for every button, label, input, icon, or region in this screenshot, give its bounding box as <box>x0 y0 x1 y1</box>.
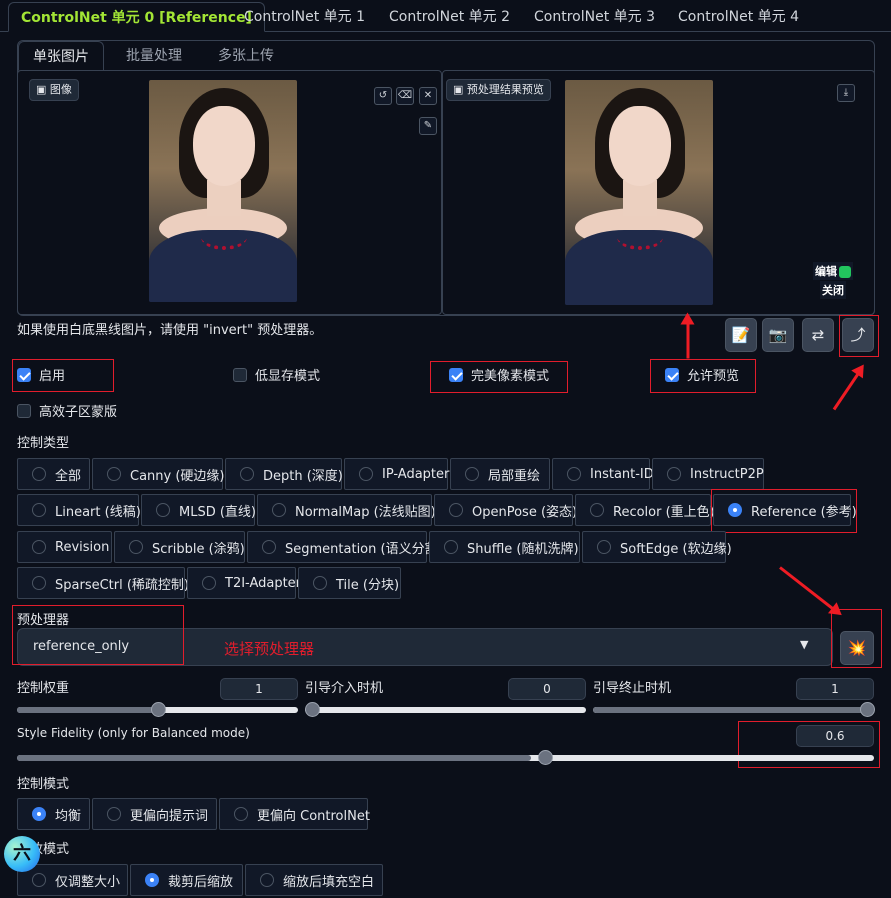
image-label: ▣ 图像 <box>29 79 79 101</box>
low-vram-checkbox[interactable]: 低显存模式 <box>233 365 320 384</box>
control-type-all[interactable]: 全部 <box>17 458 90 490</box>
eraser-icon[interactable]: ⌫ <box>396 87 414 105</box>
start-label: 引导介入时机 <box>305 681 384 696</box>
input-portrait-image <box>149 80 297 302</box>
annotation-arrow-run <box>779 566 835 611</box>
control-mode-title: 控制模式 <box>17 777 70 792</box>
annotation-arrow-preview <box>686 322 690 359</box>
tab-unit-0[interactable]: ControlNet 单元 0 [Reference] <box>8 2 265 32</box>
close-button[interactable]: 关闭 <box>820 281 846 299</box>
start-slider[interactable] <box>305 702 586 717</box>
invert-hint: 如果使用白底黑线图片，请使用 "invert" 预处理器。 <box>17 323 323 338</box>
control-type-depth[interactable]: Depth (深度) <box>225 458 343 490</box>
document-icon: 📝 <box>731 326 751 344</box>
control-type-recolor[interactable]: Recolor (重上色) <box>575 494 715 526</box>
preview-label: ▣ 预处理结果预览 <box>446 79 551 101</box>
edit-icon <box>839 266 851 278</box>
tab-single-image[interactable]: 单张图片 <box>18 41 104 71</box>
control-type-normalmap[interactable]: NormalMap (法线贴图) <box>257 494 436 526</box>
mirror-button[interactable]: ⇄ <box>802 318 834 352</box>
control-type-ip-adapter[interactable]: IP-Adapter <box>344 458 449 490</box>
swap-icon: ⇄ <box>811 326 825 344</box>
control-type-canny[interactable]: Canny (硬边缘) <box>92 458 225 490</box>
explosion-icon: 💥 <box>847 639 867 657</box>
upload-arrow-icon: ⤴ <box>850 326 866 344</box>
close-icon[interactable]: ✕ <box>419 87 437 105</box>
control-type-tile[interactable]: Tile (分块) <box>298 567 401 599</box>
tab-unit-1[interactable]: ControlNet 单元 1 <box>232 2 377 32</box>
camera-icon: 📷 <box>768 326 788 344</box>
floating-badge[interactable]: 六 <box>4 836 40 872</box>
control-type-t2i-adapter[interactable]: T2I-Adapter <box>187 567 301 599</box>
start-input[interactable]: 0 <box>508 678 586 700</box>
control-type-sparsectrl[interactable]: SparseCtrl (稀疏控制) <box>17 567 189 599</box>
unit-tab-bar: ControlNet 单元 0 [Reference] ControlNet 单… <box>0 0 891 32</box>
weight-slider[interactable] <box>17 702 298 717</box>
fidelity-slider[interactable] <box>17 750 874 765</box>
preprocessor-title: 预处理器 <box>17 613 70 628</box>
preview-portrait-image <box>565 80 713 305</box>
end-input[interactable]: 1 <box>796 678 874 700</box>
control-type-scribble[interactable]: Scribble (涂鸦) <box>114 531 245 563</box>
send-dimensions-button[interactable]: ⤴ <box>842 318 874 352</box>
run-preprocessor-button[interactable]: 💥 <box>840 631 874 665</box>
create-canvas-button[interactable]: 📝 <box>725 318 757 352</box>
control-type-inpaint[interactable]: 局部重绘 <box>450 458 550 490</box>
weight-label: 控制权重 <box>17 681 70 696</box>
control-type-segmentation[interactable]: Segmentation (语义分割) <box>247 531 443 563</box>
fidelity-label: Style Fidelity (only for Balanced mode) <box>17 726 250 740</box>
control-type-lineart[interactable]: Lineart (线稿) <box>17 494 141 526</box>
brush-icon[interactable]: ✎ <box>419 117 437 135</box>
tab-unit-4[interactable]: ControlNet 单元 4 <box>666 2 811 32</box>
control-type-softedge[interactable]: SoftEdge (软边缘) <box>582 531 732 563</box>
control-type-reference[interactable]: Reference (参考) <box>713 494 857 526</box>
chevron-down-icon: ▼ <box>800 638 809 651</box>
tab-unit-2[interactable]: ControlNet 单元 2 <box>377 2 522 32</box>
resize-mode-crop[interactable]: 裁剪后缩放 <box>130 864 243 896</box>
allow-preview-checkbox[interactable]: 允许预览 <box>665 365 739 384</box>
control-type-mlsd[interactable]: MLSD (直线) <box>141 494 256 526</box>
fidelity-input[interactable]: 0.6 <box>796 725 874 747</box>
control-type-instant-id[interactable]: Instant-ID <box>552 458 654 490</box>
preprocessor-annotation: 选择预处理器 <box>224 640 315 658</box>
pixel-perfect-checkbox[interactable]: 完美像素模式 <box>449 365 549 384</box>
control-mode-balanced[interactable]: 均衡 <box>17 798 90 830</box>
annotation-arrow-send <box>832 372 860 411</box>
control-type-openpose[interactable]: OpenPose (姿态) <box>434 494 577 526</box>
download-icon[interactable]: ⤓ <box>837 84 855 102</box>
resize-mode-fill[interactable]: 缩放后填充空白 <box>245 864 383 896</box>
enable-checkbox[interactable]: 启用 <box>17 365 65 384</box>
control-type-revision[interactable]: Revision <box>17 531 112 563</box>
resize-mode-just-resize[interactable]: 仅调整大小 <box>17 864 128 896</box>
effective-mask-checkbox[interactable]: 高效子区蒙版 <box>17 401 117 420</box>
control-type-title: 控制类型 <box>17 436 70 451</box>
end-slider[interactable] <box>593 702 875 717</box>
preprocessor-value: reference_only <box>33 639 130 654</box>
control-mode-controlnet[interactable]: 更偏向 ControlNet <box>219 798 370 830</box>
image-icon: ▣ <box>36 83 50 96</box>
image-icon: ▣ <box>453 83 467 96</box>
webcam-button[interactable]: 📷 <box>762 318 794 352</box>
control-type-shuffle[interactable]: Shuffle (随机洗牌) <box>429 531 580 563</box>
edit-button[interactable]: 编辑 <box>813 262 853 280</box>
control-mode-prompt[interactable]: 更偏向提示词 <box>92 798 217 830</box>
end-label: 引导终止时机 <box>593 681 672 696</box>
undo-icon[interactable]: ↺ <box>374 87 392 105</box>
preprocessor-select[interactable]: reference_only ▼ <box>17 628 833 666</box>
tab-batch[interactable]: 批量处理 <box>112 41 196 71</box>
tab-unit-3[interactable]: ControlNet 单元 3 <box>522 2 667 32</box>
tab-multi-upload[interactable]: 多张上传 <box>204 41 288 71</box>
control-type-instructp2p[interactable]: InstructP2P <box>652 458 764 490</box>
weight-input[interactable]: 1 <box>220 678 298 700</box>
